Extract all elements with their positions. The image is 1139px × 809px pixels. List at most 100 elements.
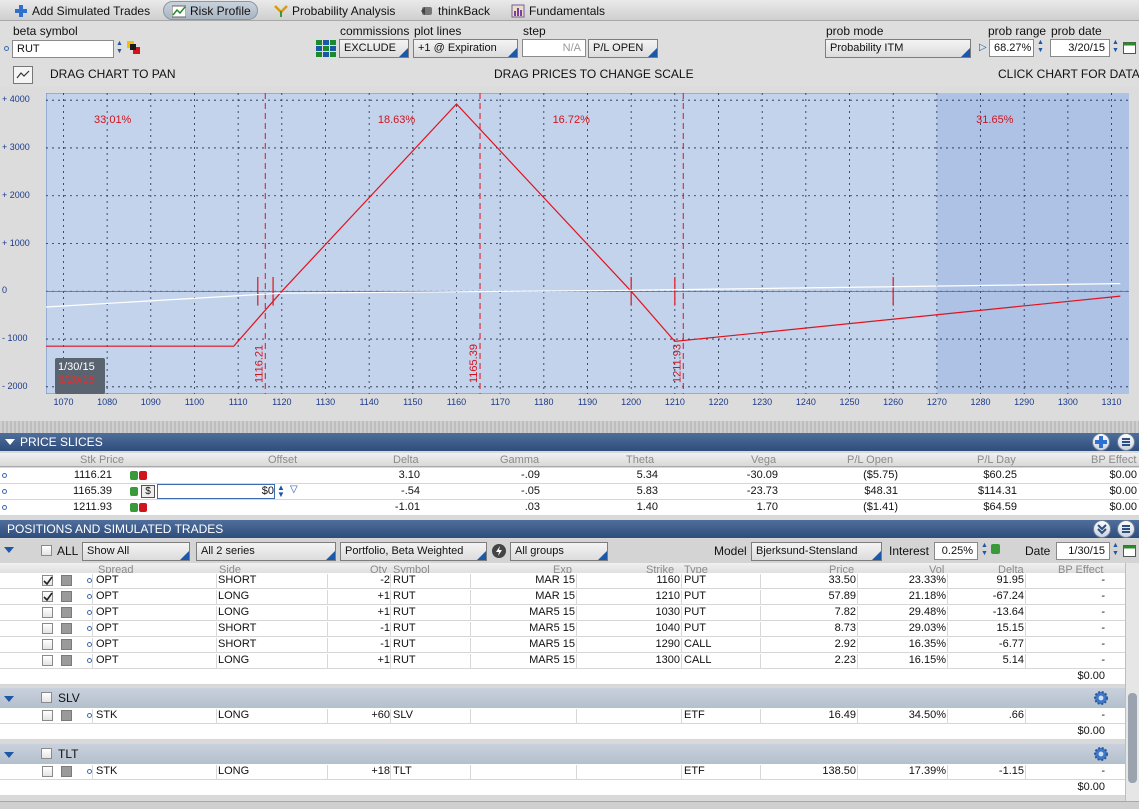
show-filter-select[interactable]: Show All bbox=[82, 542, 190, 561]
positions-header[interactable]: POSITIONS AND SIMULATED TRADES bbox=[0, 520, 1139, 538]
col-offset[interactable]: Offset bbox=[268, 454, 297, 466]
color-picker-icon[interactable] bbox=[127, 41, 141, 55]
x-tick-label[interactable]: 1140 bbox=[354, 397, 384, 407]
position-row[interactable]: OPT SHORT -1 RUT MAR5 15 1040 PUT 8.73 29.03% 15.… bbox=[0, 621, 1125, 638]
lock-icon[interactable] bbox=[130, 503, 138, 512]
col-gamma[interactable]: Gamma bbox=[500, 454, 539, 466]
calendar-icon[interactable] bbox=[1123, 41, 1136, 54]
chevron-down-icon[interactable]: ▽ bbox=[290, 484, 298, 495]
collapse-icon[interactable] bbox=[5, 439, 15, 445]
position-menu-box[interactable] bbox=[61, 623, 72, 634]
chart-splitter[interactable] bbox=[0, 421, 1139, 433]
lock-icon-red[interactable] bbox=[139, 471, 147, 480]
x-tick-label[interactable]: 1270 bbox=[922, 397, 952, 407]
lock-icon-red[interactable] bbox=[139, 503, 147, 512]
x-tick-label[interactable]: 1300 bbox=[1053, 397, 1083, 407]
x-tick-label[interactable]: 1130 bbox=[310, 397, 340, 407]
groups-filter-select[interactable]: All groups bbox=[510, 542, 608, 561]
beta-symbol-stepper[interactable]: ▲ ▼ bbox=[114, 40, 125, 58]
prob-date-stepper[interactable]: ▲ ▼ bbox=[1110, 39, 1121, 57]
col-stk-price[interactable]: Stk Price bbox=[80, 454, 124, 466]
position-checkbox[interactable] bbox=[42, 591, 53, 602]
x-tick-label[interactable]: 1090 bbox=[136, 397, 166, 407]
position-checkbox[interactable] bbox=[42, 766, 53, 777]
position-checkbox[interactable] bbox=[42, 623, 53, 634]
position-row[interactable]: OPT SHORT -2 RUT MAR 15 1160 PUT 33.50 23.33% 91.… bbox=[0, 573, 1125, 590]
date-stepper[interactable]: ▲ ▼ bbox=[1110, 542, 1121, 560]
scrollbar-thumb[interactable] bbox=[1128, 693, 1137, 783]
x-tick-label[interactable]: 1310 bbox=[1097, 397, 1127, 407]
x-tick-label[interactable]: 1210 bbox=[660, 397, 690, 407]
price-slice-row[interactable]: 1116.21 3.10 -.09 5.34 -30.09 ($5.75) $60.25 $0… bbox=[0, 468, 1139, 484]
risk-profile-chart[interactable]: + 4000 + 3000 + 2000 + 1000 0 - 1000 - 2000 11… bbox=[0, 87, 1139, 433]
position-group-header[interactable]: SLV bbox=[0, 688, 1125, 708]
prob-mode-select[interactable]: Probability ITM bbox=[825, 39, 971, 58]
x-tick-label[interactable]: 1120 bbox=[267, 397, 297, 407]
fundamentals-tab[interactable]: Fundamentals bbox=[503, 1, 613, 20]
x-tick-label[interactable]: 1280 bbox=[966, 397, 996, 407]
position-row[interactable]: OPT SHORT -1 RUT MAR5 15 1290 CALL 2.92 16.35% -6… bbox=[0, 637, 1125, 654]
position-row[interactable]: OPT LONG +1 RUT MAR 15 1210 PUT 57.89 21.18% -67.… bbox=[0, 589, 1125, 606]
position-menu-box[interactable] bbox=[61, 607, 72, 618]
positions-menu-button[interactable] bbox=[1117, 520, 1135, 538]
prob-range-input[interactable]: 68.27% bbox=[989, 39, 1034, 57]
position-row[interactable]: OPT LONG +1 RUT MAR5 15 1300 CALL 2.23 16.15% 5.1… bbox=[0, 653, 1125, 670]
pl-mode-select[interactable]: P/L OPEN bbox=[588, 39, 658, 58]
position-row[interactable]: STK LONG +18 TLT ETF 138.50 17.39% -1.15 - bbox=[0, 764, 1125, 781]
x-tick-label[interactable]: 1150 bbox=[398, 397, 428, 407]
position-checkbox[interactable] bbox=[42, 710, 53, 721]
series-filter-select[interactable]: All 2 series bbox=[196, 542, 336, 561]
position-menu-box[interactable] bbox=[61, 591, 72, 602]
commissions-grid-icon[interactable] bbox=[316, 40, 336, 58]
add-simulated-trades-button[interactable]: Add Simulated Trades bbox=[6, 1, 158, 20]
risk-profile-plot[interactable]: 1116.21 1165.39 1211.93 33.01% 18.63% 16.72% 3… bbox=[46, 93, 1129, 394]
calendar-icon[interactable] bbox=[1123, 544, 1136, 557]
risk-profile-tab[interactable]: Risk Profile bbox=[163, 1, 258, 20]
col-bp-effect[interactable]: BP Effect bbox=[1091, 454, 1136, 466]
price-slices-header[interactable]: PRICE SLICES bbox=[0, 433, 1139, 451]
positions-scrollbar[interactable] bbox=[1125, 563, 1139, 801]
commissions-select[interactable]: EXCLUDE bbox=[339, 39, 409, 58]
collapse-all-button[interactable] bbox=[1093, 520, 1111, 538]
lock-icon[interactable] bbox=[130, 471, 138, 480]
price-slices-menu-button[interactable] bbox=[1117, 433, 1135, 451]
plot-lines-select[interactable]: +1 @ Expiration bbox=[413, 39, 518, 58]
lock-icon[interactable] bbox=[991, 544, 1000, 554]
position-menu-box[interactable] bbox=[61, 766, 72, 777]
prob-range-stepper[interactable]: ▲ ▼ bbox=[1035, 39, 1046, 57]
interest-stepper[interactable]: ▲ ▼ bbox=[979, 542, 990, 560]
date-input[interactable]: 1/30/15 bbox=[1056, 542, 1110, 560]
x-tick-label[interactable]: 1260 bbox=[878, 397, 908, 407]
lock-icon[interactable] bbox=[130, 487, 138, 496]
x-tick-label[interactable]: 1070 bbox=[48, 397, 78, 407]
position-menu-box[interactable] bbox=[61, 710, 72, 721]
position-group-header[interactable]: TLT bbox=[0, 744, 1125, 764]
position-checkbox[interactable] bbox=[42, 607, 53, 618]
x-tick-label[interactable]: 1220 bbox=[704, 397, 734, 407]
position-checkbox[interactable] bbox=[42, 575, 53, 586]
position-checkbox[interactable] bbox=[42, 639, 53, 650]
gear-icon[interactable] bbox=[1093, 746, 1109, 762]
add-price-slice-button[interactable] bbox=[1092, 433, 1110, 451]
prob-date-input[interactable]: 3/20/15 bbox=[1050, 39, 1110, 57]
x-tick-label[interactable]: 1080 bbox=[92, 397, 122, 407]
col-delta[interactable]: Delta bbox=[393, 454, 419, 466]
x-tick-label[interactable]: 1180 bbox=[529, 397, 559, 407]
position-menu-box[interactable] bbox=[61, 655, 72, 666]
group-checkbox[interactable] bbox=[41, 748, 52, 759]
beta-symbol-input[interactable]: RUT bbox=[12, 40, 114, 58]
position-checkbox[interactable] bbox=[42, 655, 53, 666]
position-row[interactable]: OPT LONG +1 RUT MAR5 15 1030 PUT 7.82 29.48% -13.… bbox=[0, 605, 1125, 622]
position-menu-box[interactable] bbox=[61, 575, 72, 586]
x-tick-label[interactable]: 1290 bbox=[1009, 397, 1039, 407]
col-pl-open[interactable]: P/L Open bbox=[847, 454, 893, 466]
model-select[interactable]: Bjerksund-Stensland bbox=[751, 542, 882, 561]
thinkback-tab[interactable]: thinkBack bbox=[412, 1, 498, 20]
collapse-icon[interactable] bbox=[4, 696, 14, 702]
select-all-checkbox[interactable] bbox=[41, 545, 52, 556]
prob-range-arrow-icon[interactable]: ▷ bbox=[979, 42, 987, 53]
col-pl-day[interactable]: P/L Day bbox=[977, 454, 1016, 466]
probability-analysis-tab[interactable]: Probability Analysis bbox=[266, 1, 403, 20]
x-tick-label[interactable]: 1170 bbox=[485, 397, 515, 407]
collapse-icon[interactable] bbox=[4, 752, 14, 758]
